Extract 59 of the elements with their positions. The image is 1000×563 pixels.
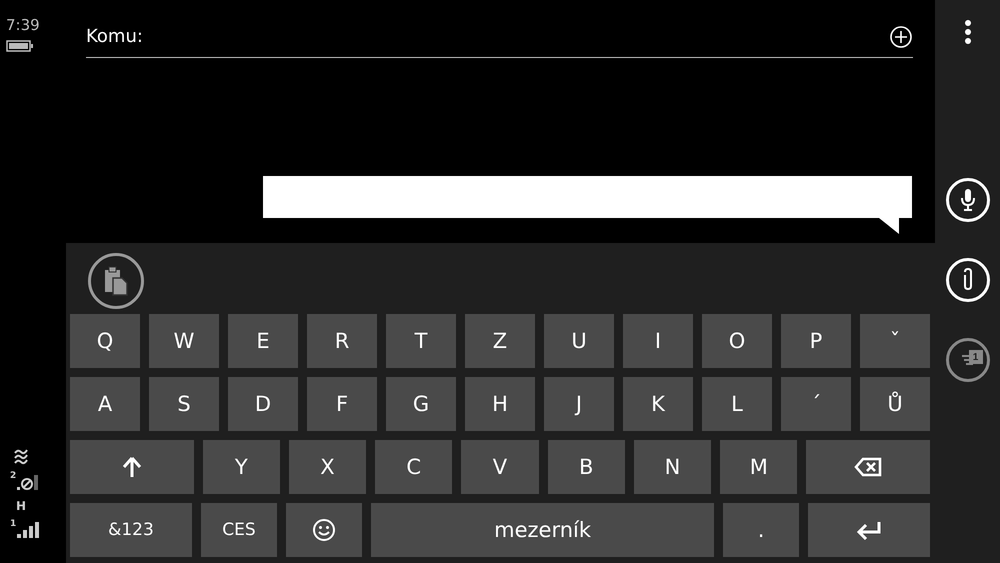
emoji-key[interactable] [286, 503, 362, 557]
keyboard-key[interactable]: T [386, 314, 456, 368]
keyboard-key[interactable]: S [149, 377, 219, 431]
list-icon [960, 353, 974, 367]
backspace-icon [854, 457, 882, 477]
keyboard-key[interactable]: G [386, 377, 456, 431]
keyboard-key[interactable]: F [307, 377, 377, 431]
shift-icon [122, 456, 142, 478]
keyboard-key[interactable]: U [544, 314, 614, 368]
symbols-key[interactable]: &123 [70, 503, 192, 557]
attach-button[interactable] [946, 258, 990, 302]
keyboard-key[interactable]: A [70, 377, 140, 431]
network-type: H [16, 499, 26, 513]
keyboard-key[interactable]: C [375, 440, 452, 494]
keyboard-key[interactable]: P [781, 314, 851, 368]
message-field[interactable] [263, 176, 912, 234]
clock-time: 7:39 [6, 16, 40, 34]
keyboard-key[interactable]: Y [202, 440, 280, 494]
microphone-icon [960, 188, 976, 212]
keyboard-key[interactable]: ˇ [860, 314, 930, 368]
backspace-key[interactable] [806, 440, 930, 494]
keyboard-key[interactable]: R [307, 314, 377, 368]
keyboard-key[interactable]: O [702, 314, 772, 368]
add-icon[interactable] [889, 24, 913, 48]
keyboard-key[interactable]: H [465, 377, 535, 431]
paste-button[interactable] [88, 252, 144, 308]
keyboard-key[interactable]: V [461, 440, 539, 494]
recipient-field[interactable]: Komu: [86, 20, 913, 58]
voice-button[interactable] [946, 178, 990, 222]
sim-number: 1 [10, 519, 16, 529]
no-signal-icon [16, 473, 40, 491]
keyboard-key[interactable]: J [544, 377, 614, 431]
keyboard-key[interactable]: I [623, 314, 693, 368]
enter-icon [856, 520, 882, 540]
keyboard-key[interactable]: E [228, 314, 298, 368]
keyboard-key[interactable]: M [720, 440, 798, 494]
keyboard-key[interactable]: K [623, 377, 693, 431]
wave-icon [12, 447, 30, 465]
space-key[interactable]: mezerník [371, 503, 714, 557]
keyboard-key[interactable]: N [634, 440, 712, 494]
more-icon[interactable] [964, 20, 972, 44]
keyboard-key[interactable]: . [722, 503, 800, 557]
keyboard-key[interactable]: W [149, 314, 219, 368]
sim-number: 2 [10, 471, 16, 481]
smiley-icon [312, 518, 336, 542]
keyboard-key[interactable]: L [702, 377, 772, 431]
signal-icon [16, 521, 40, 539]
keyboard-key[interactable]: Ů [860, 377, 930, 431]
enter-key[interactable] [808, 503, 930, 557]
keyboard-key[interactable]: Z [465, 314, 535, 368]
keyboard-key[interactable]: ´ [781, 377, 851, 431]
keyboard-key[interactable]: B [548, 440, 625, 494]
keyboard-key[interactable]: Q [70, 314, 140, 368]
count-badge: 1 [968, 350, 982, 364]
clipboard-icon [103, 266, 129, 296]
keyboard-key[interactable]: D [228, 377, 298, 431]
keyboard-key[interactable]: X [288, 440, 366, 494]
keyboard-key[interactable]: CES [200, 503, 278, 557]
battery-icon [6, 40, 34, 52]
